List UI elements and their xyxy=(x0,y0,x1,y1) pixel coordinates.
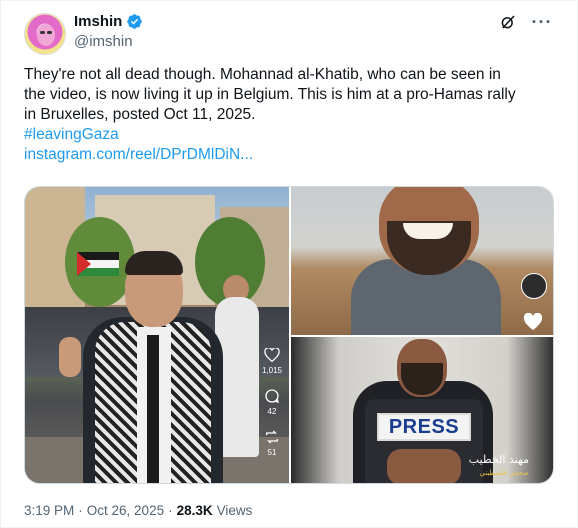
comment-icon[interactable] xyxy=(263,388,281,404)
tweet-text-line: in Bruxelles, posted Oct 11, 2025. xyxy=(24,106,256,123)
author-avatar[interactable] xyxy=(24,13,66,55)
press-label: PRESS xyxy=(377,413,471,441)
tweet-text-line: the video, is now living it up in Belgiu… xyxy=(24,86,516,103)
more-options-icon[interactable]: ··· xyxy=(532,12,552,32)
palestine-flag-icon xyxy=(77,252,119,276)
avatar-eye xyxy=(47,31,52,34)
heart-icon[interactable] xyxy=(523,312,545,331)
man-hair xyxy=(125,251,183,275)
media-photo-rally[interactable]: 1,015 42 51 xyxy=(25,187,289,483)
views-count: 28.3K xyxy=(176,503,213,518)
video-sub-caption: صحفي فلسطيني xyxy=(479,470,530,477)
grok-icon[interactable] xyxy=(498,12,518,32)
verified-badge-icon[interactable] xyxy=(126,13,143,30)
reporter-hands xyxy=(387,449,461,483)
external-link[interactable]: instagram.com/reel/DPrDMlDiN... xyxy=(24,145,544,165)
media-photo-desert[interactable] xyxy=(291,187,553,335)
reel-shares-count: 51 xyxy=(267,448,277,457)
post-date[interactable]: Oct 26, 2025 xyxy=(87,503,164,518)
author-handle[interactable]: @imshin xyxy=(74,33,133,50)
tweet-meta: 3:19 PM · Oct 26, 2025 · 28.3K Views xyxy=(24,503,252,518)
avatar-face xyxy=(37,24,55,46)
video-caption: مهند الخطيب xyxy=(468,453,529,466)
heart-icon[interactable] xyxy=(263,347,281,363)
repost-icon[interactable] xyxy=(263,429,281,445)
victory-sign-hand xyxy=(59,337,81,377)
tweet-text-line: They're not all dead though. Mohannad al… xyxy=(24,66,501,83)
tie xyxy=(147,335,159,483)
hashtag-link[interactable]: #leavingGaza xyxy=(24,125,544,145)
author-name-row: Imshin xyxy=(74,13,143,30)
reel-comments-count: 42 xyxy=(267,407,277,416)
author-display-name[interactable]: Imshin xyxy=(74,13,122,30)
top-actions: ··· xyxy=(498,12,552,32)
tweet-card: Imshin @imshin ··· They're not all dead … xyxy=(0,0,578,528)
meta-separator: · xyxy=(168,503,173,518)
meta-separator: · xyxy=(78,503,83,518)
post-time[interactable]: 3:19 PM xyxy=(24,503,74,518)
media-grid: 1,015 42 51 PRESS مهند الخطيب صحفي فلسطي… xyxy=(24,186,554,484)
tweet-text: They're not all dead though. Mohannad al… xyxy=(24,65,544,165)
media-photo-press[interactable]: PRESS مهند الخطيب صحفي فلسطيني xyxy=(291,337,553,483)
reel-likes-count: 1,015 xyxy=(261,366,283,375)
avatar-eye xyxy=(40,31,45,34)
reel-author-avatar[interactable] xyxy=(521,273,547,299)
views-label: Views xyxy=(216,503,253,518)
reel-action-rail: 1,015 42 51 xyxy=(257,347,287,467)
